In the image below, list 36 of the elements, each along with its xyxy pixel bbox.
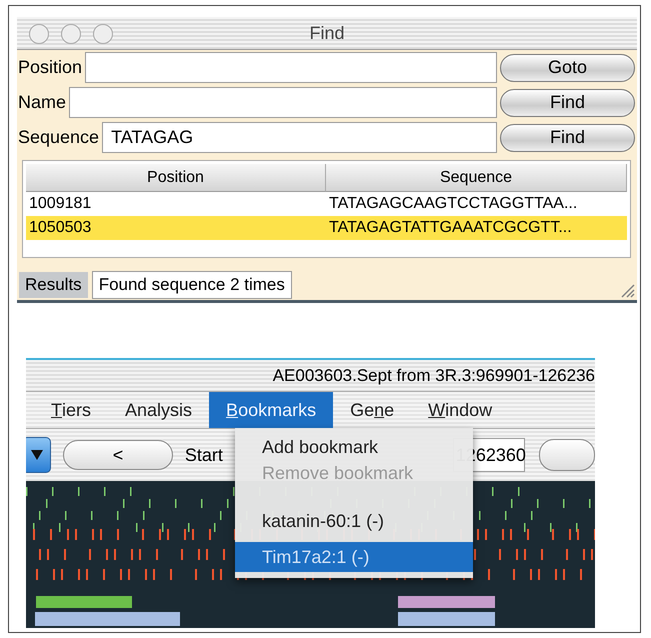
field-label: Position (17, 57, 82, 78)
minimize-icon[interactable] (61, 24, 81, 44)
table-cell-text: 1050503 (28, 218, 92, 238)
menu-item[interactable]: Tiers (34, 392, 108, 428)
window-title: Find (309, 22, 344, 44)
window-title: AE003603.Sept from 3R.3:969901-126236 (272, 366, 595, 386)
menu-item[interactable]: Window (411, 392, 510, 428)
status-message: Found sequence 2 times (92, 271, 292, 299)
table-row[interactable]: 1050503 TATAGAGTATTGAAATCGCGTT... (26, 216, 627, 240)
input-field[interactable] (69, 87, 497, 118)
caret-icon (30, 449, 44, 461)
search-button[interactable]: Find (500, 124, 635, 152)
back-button[interactable]: < (63, 440, 173, 470)
search-button[interactable]: Find (500, 88, 635, 116)
menu-item[interactable]: katanin-60:1 (-) (235, 508, 473, 534)
menu-item[interactable]: Tim17a2:1 (-) (235, 542, 473, 572)
close-icon[interactable] (29, 24, 49, 44)
status-label: Results (19, 272, 88, 298)
toolbar-button[interactable] (538, 439, 595, 471)
menu-item[interactable]: Bookmarks (209, 392, 334, 428)
table-cell-text: TATAGAGTATTGAAATCGCGTT... (328, 218, 573, 238)
search-button[interactable]: Goto (500, 54, 635, 82)
table-cell-text: 1009181 (28, 194, 92, 214)
column-header[interactable]: Position (26, 164, 326, 192)
menu-item[interactable]: Gene (333, 392, 412, 428)
table-row[interactable]: 1009181 TATAGAGCAAGTCCTAGGTTAA... (26, 192, 627, 216)
menu-item[interactable]: Analysis (108, 392, 210, 428)
column-header[interactable]: Sequence (326, 164, 627, 192)
input-field[interactable] (85, 52, 497, 83)
field-label: Name (17, 92, 66, 113)
start-label: Start (184, 444, 223, 466)
input-field[interactable]: TATAGAG (102, 122, 497, 153)
dropdown-button[interactable] (26, 437, 52, 473)
field-label: Sequence (17, 127, 100, 148)
table-cell-text: TATAGAGCAAGTCCTAGGTTAA... (328, 194, 578, 214)
zoom-icon[interactable] (93, 24, 113, 44)
